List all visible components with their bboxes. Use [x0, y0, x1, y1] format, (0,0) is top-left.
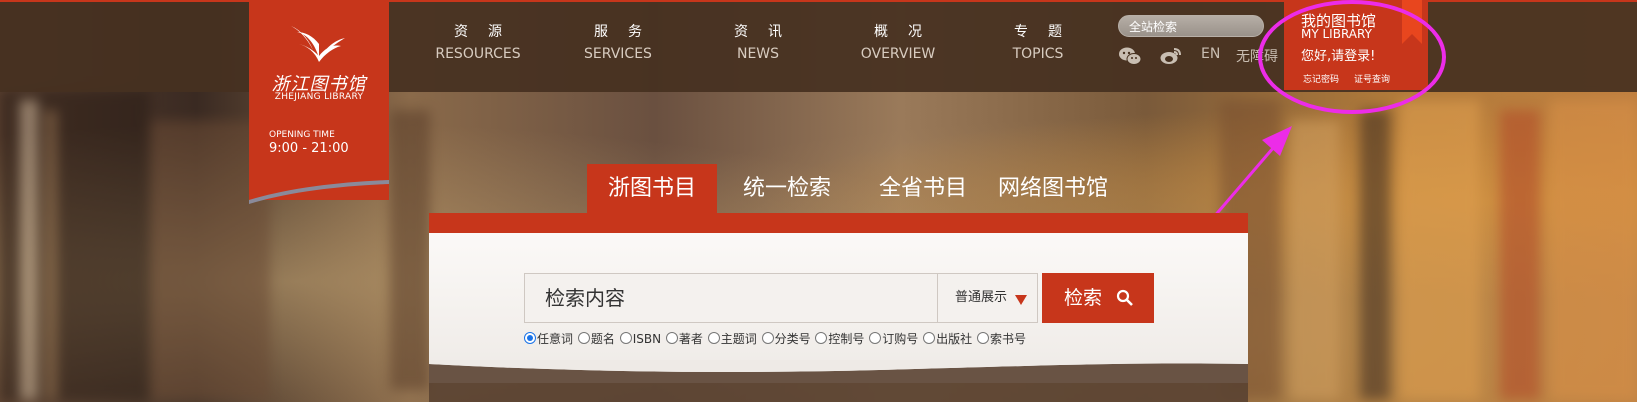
- nav-resources[interactable]: 资源 RESOURCES: [418, 22, 538, 62]
- nav-services-en: SERVICES: [584, 46, 652, 62]
- radio-title[interactable]: 题名: [577, 330, 615, 347]
- nav-news-cn: 资讯: [734, 24, 802, 40]
- radio-button-icon[interactable]: [815, 332, 828, 344]
- search-field-options: 任意词 题名 ISBN 著者 主题词 分类号 控制号 订购号 出版社 索书号: [524, 330, 1027, 347]
- nav-topics-cn: 专题: [1014, 24, 1082, 40]
- tab-provincial-catalog[interactable]: 全省书目: [858, 164, 988, 214]
- language-en-link[interactable]: EN: [1201, 46, 1220, 62]
- nav-overview-en: OVERVIEW: [860, 46, 936, 62]
- site-search-input[interactable]: 全站检索: [1118, 15, 1264, 37]
- radio-control-number[interactable]: 控制号: [815, 330, 864, 347]
- annotation-ellipse: [1258, 0, 1446, 114]
- radio-publisher[interactable]: 出版社: [923, 330, 972, 347]
- radio-classification[interactable]: 分类号: [761, 330, 811, 347]
- wechat-icon[interactable]: [1118, 46, 1142, 66]
- radio-button-icon[interactable]: [665, 332, 678, 344]
- radio-isbn[interactable]: ISBN: [619, 332, 661, 346]
- search-button-label: 检索: [1064, 287, 1103, 309]
- search-panel-header: [429, 213, 1248, 233]
- search-panel-wave: [429, 360, 1248, 402]
- nav-topics[interactable]: 专题 TOPICS: [978, 22, 1098, 62]
- radio-button-icon[interactable]: [707, 332, 720, 344]
- radio-button-icon[interactable]: [524, 332, 536, 344]
- radio-button-icon[interactable]: [619, 332, 632, 344]
- radio-any-word[interactable]: 任意词: [524, 330, 573, 347]
- nav-resources-cn: 资源: [454, 24, 522, 40]
- radio-order-number[interactable]: 订购号: [869, 330, 918, 347]
- radio-button-icon[interactable]: [761, 332, 774, 344]
- radio-button-icon[interactable]: [577, 332, 590, 344]
- opening-time-value: 9:00 - 21:00: [269, 141, 349, 156]
- opening-time-label: OPENING TIME: [269, 130, 335, 140]
- logo-english-name: ZHEJIANG LIBRARY: [274, 92, 364, 102]
- nav-services[interactable]: 服务 SERVICES: [558, 22, 678, 62]
- tab-network-library[interactable]: 网络图书馆: [978, 164, 1128, 214]
- tab-zhejiang-catalog[interactable]: 浙图书目: [587, 164, 717, 214]
- display-mode-select[interactable]: 普通展示: [937, 273, 1038, 323]
- nav-overview[interactable]: 概况 OVERVIEW: [838, 22, 958, 62]
- radio-button-icon[interactable]: [923, 332, 936, 344]
- weibo-icon[interactable]: [1160, 46, 1182, 66]
- search-input[interactable]: 检索内容: [524, 273, 938, 323]
- library-logo[interactable]: 浙江图书馆 ZHEJIANG LIBRARY OPENING TIME 9:00…: [249, 0, 389, 200]
- nav-news[interactable]: 资讯 NEWS: [698, 22, 818, 62]
- search-icon: [1116, 289, 1133, 306]
- nav-overview-cn: 概况: [874, 24, 942, 40]
- library-logo-icon: [291, 26, 345, 62]
- nav-services-cn: 服务: [594, 24, 662, 40]
- radio-call-number[interactable]: 索书号: [976, 330, 1026, 347]
- radio-author[interactable]: 著者: [665, 330, 703, 347]
- nav-news-en: NEWS: [736, 46, 780, 62]
- radio-button-icon[interactable]: [869, 332, 882, 344]
- radio-subject[interactable]: 主题词: [707, 330, 757, 347]
- display-mode-label: 普通展示: [955, 290, 1008, 305]
- dropdown-arrow-icon: [1015, 295, 1027, 305]
- radio-button-icon[interactable]: [976, 332, 989, 344]
- nav-resources-en: RESOURCES: [435, 46, 521, 62]
- tab-unified-search[interactable]: 统一检索: [722, 164, 852, 214]
- logo-ribbon-fold: [249, 178, 389, 204]
- search-button[interactable]: 检索: [1042, 273, 1154, 323]
- nav-topics-en: TOPICS: [1012, 46, 1064, 62]
